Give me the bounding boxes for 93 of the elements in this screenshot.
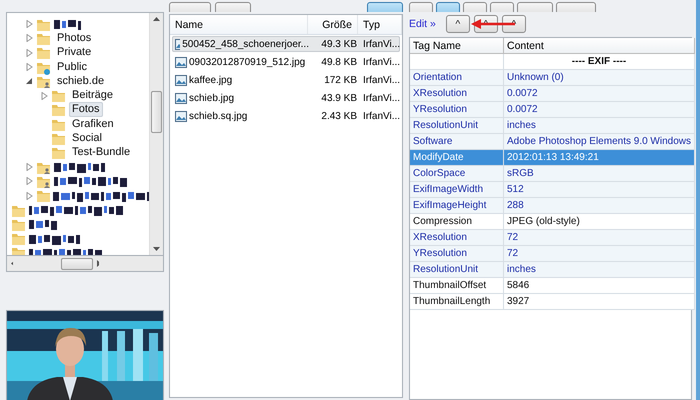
image-file-icon bbox=[175, 110, 187, 122]
expand-arrow-icon[interactable] bbox=[26, 20, 33, 28]
folder-label[interactable]: Beiträge bbox=[69, 88, 116, 104]
image-file-icon bbox=[175, 56, 187, 68]
image-file-icon bbox=[175, 38, 180, 50]
folder-label[interactable]: Public bbox=[54, 60, 90, 75]
tag-name[interactable]: YResolution bbox=[410, 102, 504, 118]
scroll-down-icon[interactable] bbox=[153, 247, 160, 251]
file-row[interactable]: schieb.sq.jpg 2.43 KB IrfanVi... bbox=[172, 108, 400, 124]
file-size: 43.9 KB bbox=[321, 92, 357, 104]
expand-arrow-icon[interactable] bbox=[26, 34, 33, 42]
file-type: IrfanVi... bbox=[363, 110, 400, 122]
scrollbar-thumb[interactable] bbox=[151, 91, 162, 133]
tag-value[interactable]: 0.0072 bbox=[504, 102, 695, 118]
file-row[interactable]: 09032012870919_512.jpg 49.8 KB IrfanVi... bbox=[172, 54, 400, 70]
folder-label[interactable]: schieb.de bbox=[54, 74, 108, 89]
tag-name[interactable]: Compression bbox=[410, 214, 504, 230]
move-button[interactable]: ^ bbox=[502, 15, 526, 33]
folder-label[interactable]: Fotos bbox=[69, 102, 103, 118]
column-header[interactable]: Typ bbox=[358, 15, 402, 34]
file-size: 172 KB bbox=[324, 74, 357, 86]
image-file-icon bbox=[175, 92, 187, 104]
tag-name[interactable]: ColorSpace bbox=[410, 166, 504, 182]
file-type: IrfanVi... bbox=[363, 56, 400, 68]
folder-icon bbox=[51, 88, 66, 104]
tag-value[interactable]: inches bbox=[504, 118, 695, 134]
tag-value[interactable]: Adobe Photoshop Elements 9.0 Windows bbox=[504, 134, 695, 150]
tag-value[interactable]: 0.0072 bbox=[504, 86, 695, 102]
file-type: IrfanVi... bbox=[363, 92, 400, 104]
tag-name[interactable]: ResolutionUnit bbox=[410, 262, 504, 278]
column-header[interactable]: Name bbox=[170, 15, 308, 34]
tag-name[interactable]: ResolutionUnit bbox=[410, 118, 504, 134]
tag-value[interactable]: 5846 bbox=[504, 278, 695, 294]
tag-value[interactable]: Unknown (0) bbox=[504, 70, 695, 86]
file-row[interactable]: schieb.jpg 43.9 KB IrfanVi... bbox=[172, 90, 400, 106]
file-name: 500452_458_schoenerjoer... bbox=[182, 38, 309, 50]
file-type: IrfanVi... bbox=[363, 38, 400, 50]
folder-icon bbox=[36, 188, 50, 204]
tag-name[interactable]: XResolution bbox=[410, 86, 504, 102]
tag-value[interactable]: JPEG (old-style) bbox=[504, 214, 695, 230]
file-name: schieb.jpg bbox=[189, 92, 234, 104]
file-size: 2.43 KB bbox=[321, 110, 357, 122]
expand-arrow-icon[interactable] bbox=[26, 48, 33, 57]
scroll-left-icon[interactable] bbox=[11, 260, 13, 267]
tag-value[interactable]: 72 bbox=[504, 246, 695, 262]
folder-label[interactable]: Private bbox=[54, 45, 94, 60]
tag-name[interactable]: ExifImageHeight bbox=[410, 198, 504, 214]
tag-value[interactable]: 288 bbox=[504, 198, 695, 214]
section-title: ---- EXIF ---- bbox=[504, 54, 695, 70]
move-button[interactable]: ^ bbox=[446, 15, 470, 33]
expand-arrow-icon[interactable] bbox=[26, 177, 33, 186]
folder-label[interactable]: Social bbox=[69, 131, 105, 146]
folder-label[interactable]: Test-Bundle bbox=[69, 145, 134, 160]
file-name: kaffee.jpg bbox=[189, 74, 232, 86]
scroll-right-icon[interactable] bbox=[97, 260, 100, 267]
expand-arrow-icon[interactable] bbox=[41, 92, 48, 100]
file-row[interactable]: kaffee.jpg 172 KB IrfanVi... bbox=[172, 72, 400, 88]
file-name: 09032012870919_512.jpg bbox=[189, 56, 306, 68]
column-header[interactable]: Größe bbox=[308, 15, 358, 34]
tag-name[interactable]: XResolution bbox=[410, 230, 504, 246]
file-size: 49.3 KB bbox=[321, 38, 357, 50]
tag-value[interactable]: 3927 bbox=[504, 294, 695, 310]
column-header[interactable]: Content bbox=[504, 38, 695, 54]
tag-value[interactable]: 512 bbox=[504, 182, 695, 198]
folder-label[interactable]: Grafiken bbox=[69, 116, 117, 132]
tag-value[interactable]: 72 bbox=[504, 230, 695, 246]
tag-name[interactable]: Software bbox=[410, 134, 504, 150]
expand-arrow-icon[interactable] bbox=[26, 192, 33, 200]
edit-link[interactable]: Edit » bbox=[409, 18, 436, 30]
file-name: schieb.sq.jpg bbox=[189, 110, 248, 122]
file-size: 49.8 KB bbox=[321, 56, 357, 68]
scrollbar-thumb[interactable] bbox=[60, 258, 94, 270]
tag-name[interactable]: Orientation bbox=[410, 70, 504, 86]
column-header[interactable]: Tag Name bbox=[410, 38, 504, 54]
expand-arrow-icon[interactable] bbox=[26, 63, 33, 72]
scroll-up-icon[interactable] bbox=[153, 17, 160, 21]
image-file-icon bbox=[175, 74, 187, 86]
folder-icon bbox=[36, 45, 51, 60]
folder-icon bbox=[51, 145, 66, 160]
collapse-arrow-icon[interactable] bbox=[26, 77, 33, 86]
file-row[interactable]: 500452_458_schoenerjoer... 49.3 KB IrfanVi... bbox=[172, 36, 400, 52]
folder-icon bbox=[51, 102, 66, 118]
arrow-annotation bbox=[471, 18, 515, 30]
tag-name[interactable]: ThumbnailLength bbox=[410, 294, 504, 310]
tag-name[interactable]: YResolution bbox=[410, 246, 504, 262]
tag-value[interactable]: inches bbox=[504, 262, 695, 278]
tag-name[interactable]: ThumbnailOffset bbox=[410, 278, 504, 294]
folder-label[interactable]: Photos bbox=[54, 30, 94, 46]
tag-value[interactable]: sRGB bbox=[504, 166, 695, 182]
tag-name[interactable]: ExifImageWidth bbox=[410, 182, 504, 198]
folder-icon bbox=[51, 131, 66, 146]
file-type: IrfanVi... bbox=[363, 74, 400, 86]
expand-arrow-icon[interactable] bbox=[26, 163, 33, 172]
